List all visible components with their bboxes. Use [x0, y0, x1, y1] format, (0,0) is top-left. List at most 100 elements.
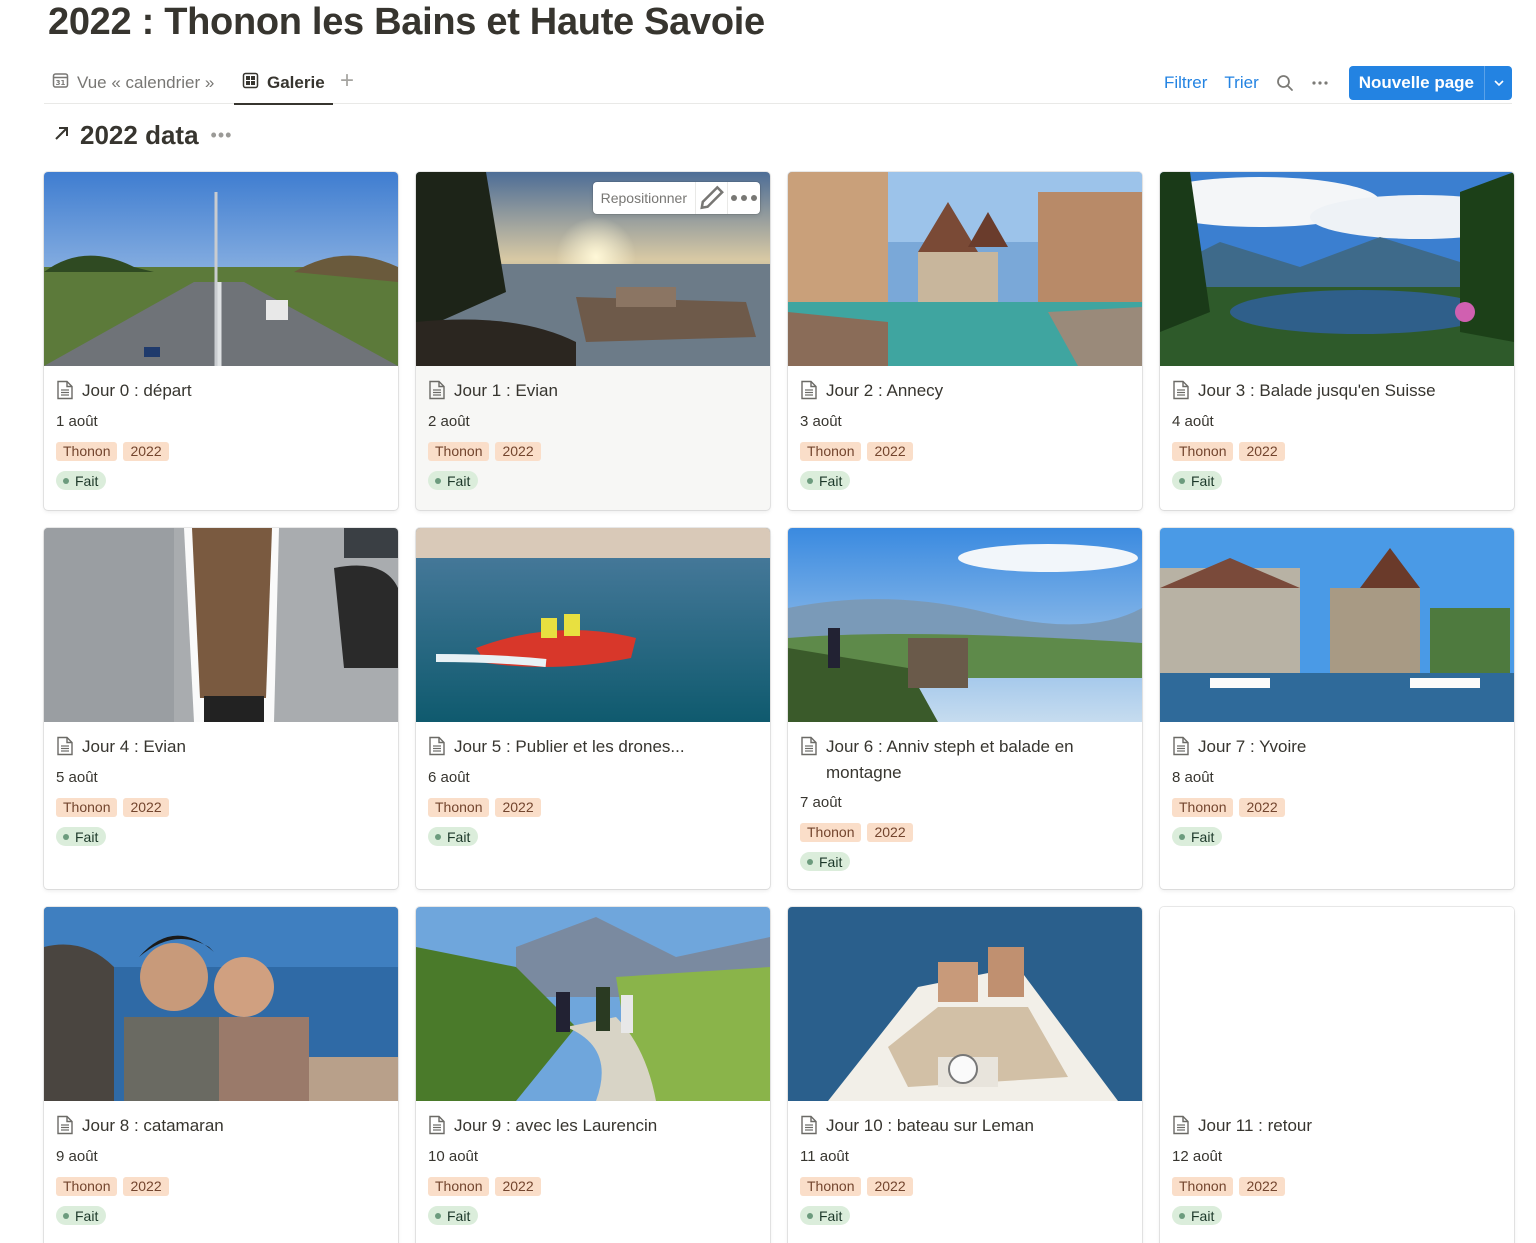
search-icon[interactable]: [1276, 74, 1294, 92]
database-title[interactable]: 2022 data: [80, 120, 199, 151]
status-badge: Fait: [56, 827, 107, 846]
tag-chip: Thonon: [428, 1177, 490, 1196]
tag-chip: 2022: [867, 1177, 913, 1196]
page-document-icon: [1172, 1115, 1190, 1140]
card-tags: Thonon 2022: [1172, 1177, 1502, 1196]
card-tags: Thonon 2022: [800, 823, 1130, 842]
sort-button[interactable]: Trier: [1224, 73, 1258, 93]
card-tags: Thonon 2022: [428, 1177, 758, 1196]
more-horizontal-icon[interactable]: •••: [211, 125, 233, 146]
card-date: 10 août: [428, 1148, 479, 1165]
gallery-card[interactable]: Jour 11 : retour 12 août Thonon 2022 Fait: [1160, 907, 1514, 1243]
status-badge: Fait: [428, 471, 479, 490]
linked-database-header: 2022 data •••: [52, 118, 232, 152]
card-title: Jour 9 : avec les Laurencin: [454, 1116, 658, 1135]
card-date: 1 août: [56, 413, 98, 430]
gallery-card[interactable]: Jour 10 : bateau sur Leman 11 août Thono…: [788, 907, 1142, 1243]
gallery-card[interactable]: Jour 2 : Annecy 3 août Thonon 2022 Fait: [788, 172, 1142, 510]
gallery-card[interactable]: Jour 0 : départ 1 août Thonon 2022 Fait: [44, 172, 398, 510]
cover-reposition-menu: Repositionner: [592, 182, 760, 214]
tag-chip: Thonon: [428, 442, 490, 461]
card-tags: Thonon 2022: [56, 442, 386, 461]
status-dot: [63, 833, 69, 840]
status-dot: [807, 477, 813, 484]
card-title: Jour 4 : Evian: [82, 737, 186, 756]
new-page-button[interactable]: Nouvelle page: [1348, 66, 1512, 100]
status-label: Fait: [447, 828, 471, 845]
more-horizontal-icon[interactable]: [728, 182, 760, 214]
status-dot: [435, 1212, 441, 1219]
reposition-button[interactable]: Repositionner: [593, 182, 696, 214]
status-label: Fait: [75, 472, 99, 489]
gallery-card[interactable]: Jour 9 : avec les Laurencin 10 août Thon…: [416, 907, 770, 1243]
status-badge: Fait: [428, 1206, 479, 1225]
status-dot: [1179, 477, 1185, 484]
new-page-label: Nouvelle page: [1358, 73, 1474, 92]
tag-chip: Thonon: [1172, 798, 1234, 817]
card-cover-image: [788, 907, 1142, 1101]
pencil-icon[interactable]: [696, 182, 728, 214]
card-date: 3 août: [800, 413, 842, 430]
status-label: Fait: [819, 472, 843, 489]
tab-calendar-view[interactable]: 31 Vue « calendrier »: [44, 62, 222, 104]
status-badge: Fait: [428, 827, 479, 846]
status-label: Fait: [447, 1207, 471, 1224]
status-label: Fait: [75, 1207, 99, 1224]
card-tags: Thonon 2022: [428, 442, 758, 461]
status-dot: [435, 833, 441, 840]
card-date: 12 août: [1172, 1148, 1223, 1165]
card-date: 6 août: [428, 769, 470, 786]
gallery-card[interactable]: Jour 7 : Yvoire 8 août Thonon 2022 Fait: [1160, 528, 1514, 889]
tag-chip: 2022: [1239, 1177, 1285, 1196]
gallery-card[interactable]: Repositionner Jour 1 : Evian 2 août Thon…: [416, 172, 770, 510]
status-badge: Fait: [800, 1206, 851, 1225]
card-date: 9 août: [56, 1148, 98, 1165]
page-document-icon: [428, 380, 446, 405]
status-dot: [63, 1212, 69, 1219]
gallery-card[interactable]: Jour 8 : catamaran 9 août Thonon 2022 Fai…: [44, 907, 398, 1243]
card-date: 8 août: [1172, 769, 1214, 786]
card-tags: Thonon 2022: [800, 442, 1130, 461]
tag-chip: 2022: [867, 442, 913, 461]
gallery-card[interactable]: Jour 5 : Publier et les drones... 6 août…: [416, 528, 770, 889]
gallery-card[interactable]: Jour 4 : Evian 5 août Thonon 2022 Fait: [44, 528, 398, 889]
tag-chip: Thonon: [800, 442, 862, 461]
page-document-icon: [56, 1115, 74, 1140]
card-title: Jour 7 : Yvoire: [1198, 737, 1307, 756]
tag-chip: Thonon: [800, 1177, 862, 1196]
tag-chip: Thonon: [56, 442, 118, 461]
status-dot: [1179, 1212, 1185, 1219]
status-badge: Fait: [56, 1206, 107, 1225]
plus-icon: +: [339, 67, 354, 94]
tag-chip: Thonon: [56, 1177, 118, 1196]
add-view-button[interactable]: +: [337, 68, 357, 96]
tag-chip: 2022: [495, 798, 541, 817]
svg-text:31: 31: [56, 79, 66, 87]
card-title: Jour 5 : Publier et les drones...: [454, 737, 685, 756]
status-label: Fait: [1191, 472, 1215, 489]
status-label: Fait: [1191, 1207, 1215, 1224]
tag-chip: 2022: [123, 442, 169, 461]
page-document-icon: [1172, 380, 1190, 405]
gallery-card[interactable]: Jour 3 : Balade jusqu'en Suisse 4 août T…: [1160, 172, 1514, 510]
card-cover-image: [416, 907, 770, 1101]
tag-chip: 2022: [867, 823, 913, 842]
view-tabs-bar: 31 Vue « calendrier » Galerie + Filtrer …: [44, 62, 1512, 105]
page-title: 2022 : Thonon les Bains et Haute Savoie: [48, 1, 765, 43]
gallery-card[interactable]: Jour 6 : Anniv steph et balade en montag…: [788, 528, 1142, 889]
status-dot: [807, 858, 813, 865]
more-horizontal-icon[interactable]: [1311, 74, 1329, 92]
card-date: 11 août: [800, 1148, 849, 1165]
tag-chip: Thonon: [1172, 442, 1234, 461]
tab-calendar-label: Vue « calendrier »: [77, 73, 215, 92]
tab-gallery-view[interactable]: Galerie: [234, 62, 333, 105]
card-cover-image: Repositionner: [416, 172, 770, 366]
gallery-grid: Jour 0 : départ 1 août Thonon 2022 Fait R…: [44, 172, 1514, 1243]
chevron-down-icon[interactable]: [1484, 66, 1512, 100]
status-dot: [63, 477, 69, 484]
gallery-grid-icon: [242, 72, 259, 94]
filter-button[interactable]: Filtrer: [1164, 73, 1207, 93]
arrow-up-right-icon: [52, 123, 72, 148]
tag-chip: 2022: [123, 1177, 169, 1196]
status-label: Fait: [447, 472, 471, 489]
